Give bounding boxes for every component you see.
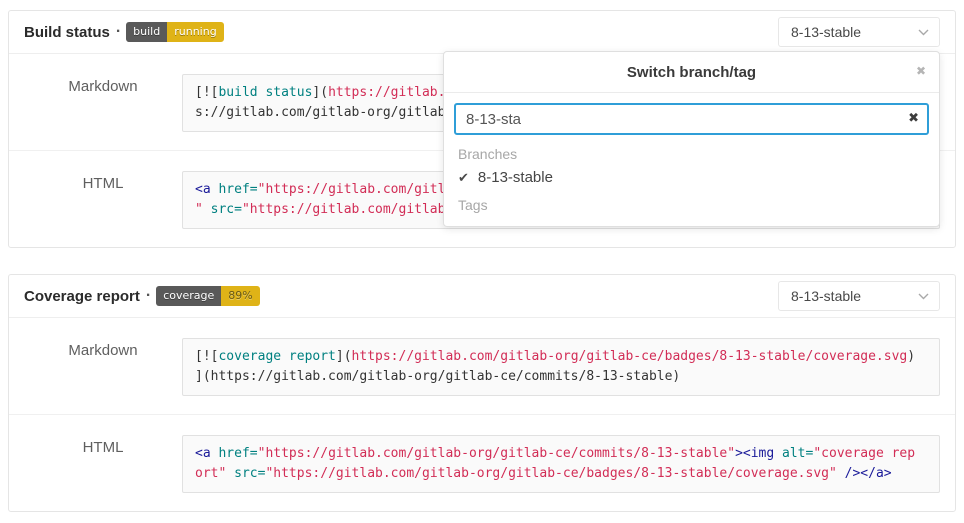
popup-title: Switch branch/tag <box>627 64 756 81</box>
branch-selector-dropdown[interactable]: 8-13-stable <box>778 17 940 47</box>
build-status-badge: build running <box>126 22 224 42</box>
branch-tag-list: Branches ✔ 8-13-stable Tags <box>454 135 929 216</box>
tags-section-label: Tags <box>456 190 927 216</box>
coverage-report-panel: Coverage report · coverage 89% 8-13-stab… <box>8 274 956 512</box>
branch-search-input[interactable] <box>454 103 929 135</box>
coverage-report-header: Coverage report · coverage 89% 8-13-stab… <box>9 275 955 318</box>
panel-title: Build status <box>24 24 110 41</box>
selected-branch: 8-13-stable <box>791 24 861 40</box>
badge-label: coverage <box>156 286 221 306</box>
row-label: HTML <box>24 435 182 493</box>
coverage-badge: coverage 89% <box>156 286 260 306</box>
branch-item-label: 8-13-stable <box>478 169 553 186</box>
markdown-snippet: [![coverage report](https://gitlab.com/g… <box>182 338 940 396</box>
row-label: HTML <box>24 171 182 229</box>
row-label: Markdown <box>24 338 182 396</box>
html-row: HTML <a href="https://gitlab.com/gitlab-… <box>9 414 955 511</box>
markdown-row: Markdown [![coverage report](https://git… <box>9 318 955 414</box>
title-separator: · <box>146 287 151 305</box>
branches-section-label: Branches <box>456 139 927 165</box>
chevron-down-icon <box>918 29 929 36</box>
row-label: Markdown <box>24 74 182 132</box>
branch-item-8-13-stable[interactable]: ✔ 8-13-stable <box>456 165 927 190</box>
branch-selector-dropdown[interactable]: 8-13-stable <box>778 281 940 311</box>
html-snippet: <a href="https://gitlab.com/gitlab-org/g… <box>182 435 940 493</box>
close-icon[interactable]: ✖ <box>916 63 926 80</box>
panel-title: Coverage report <box>24 288 140 305</box>
selected-branch: 8-13-stable <box>791 288 861 304</box>
title-separator: · <box>116 23 121 41</box>
clear-search-icon[interactable]: ✖ <box>908 110 919 126</box>
badge-value: running <box>167 22 223 42</box>
badge-label: build <box>126 22 167 42</box>
check-icon: ✔ <box>458 170 469 186</box>
badge-value: 89% <box>221 286 259 306</box>
chevron-down-icon <box>918 293 929 300</box>
build-status-header: Build status · build running 8-13-stable <box>9 11 955 54</box>
switch-branch-popup: Switch branch/tag ✖ ✖ Branches ✔ 8-13-st… <box>443 51 940 227</box>
